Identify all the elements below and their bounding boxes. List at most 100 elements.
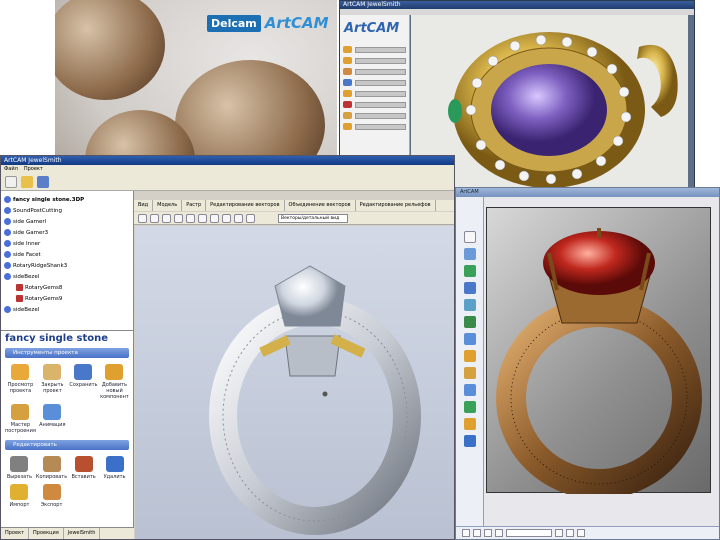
iso-view-icon[interactable]	[210, 213, 219, 223]
tool-button[interactable]	[355, 79, 406, 86]
tool-icon	[74, 364, 93, 380]
node-edit-icon[interactable]	[463, 265, 476, 277]
window-titlebar: ArtCAM JewelSmith	[1, 156, 454, 165]
tool-button[interactable]: Экспорт	[36, 484, 67, 508]
tool-label: Импорт	[9, 502, 30, 508]
tree-item[interactable]: side Gamer3	[4, 227, 130, 238]
status-button[interactable]	[555, 529, 563, 537]
tree-item[interactable]: side Inner	[4, 238, 130, 249]
tree-item[interactable]: RotaryGems9	[4, 293, 130, 304]
sidebar-tab[interactable]: Проекция	[29, 528, 64, 539]
save-icon[interactable]	[37, 175, 49, 188]
view-tab[interactable]: Вид	[134, 200, 154, 211]
zoom-out-icon[interactable]	[162, 213, 171, 223]
rotate-icon[interactable]	[186, 213, 195, 223]
tool-row[interactable]	[343, 123, 406, 130]
tree-item[interactable]: side Facet	[4, 249, 130, 260]
tool-row[interactable]	[343, 101, 406, 108]
shade-tool-icon[interactable]	[463, 435, 476, 447]
tool-icon	[343, 79, 352, 86]
layer-icon	[4, 273, 11, 280]
tree-item[interactable]: side Gamerl	[4, 216, 130, 227]
top-view-icon[interactable]	[234, 213, 243, 223]
tool-button[interactable]: Добавить новый компонент	[100, 364, 129, 400]
view-tab[interactable]: Объединение векторов	[285, 200, 356, 211]
tool-row[interactable]	[343, 90, 406, 97]
tool-button[interactable]: Мастер построения	[5, 404, 36, 434]
project-tree: fancy single stone.3DP SoundPostCutting si…	[1, 191, 133, 331]
3d-viewport[interactable]	[135, 226, 454, 539]
tool-button[interactable]	[355, 68, 406, 75]
tool-button[interactable]: Вставить	[69, 456, 98, 480]
tree-item[interactable]: fancy single stone.3DP	[4, 194, 130, 205]
sidebar-tab[interactable]: Проект	[1, 528, 30, 539]
tool-button[interactable]: Вырезать	[5, 456, 34, 480]
new-file-icon[interactable]	[5, 175, 17, 188]
view-tab[interactable]: Редактирование рельефов	[356, 200, 436, 211]
tree-item[interactable]: SoundPostCutting	[4, 205, 130, 216]
tree-item[interactable]: RotaryGems8	[4, 282, 130, 293]
tool-label: Просмотр проекта	[7, 382, 34, 394]
tool-button[interactable]	[355, 112, 406, 119]
cut-tool-icon[interactable]	[463, 282, 476, 294]
chain-tool-icon[interactable]	[463, 401, 476, 413]
tool-icon	[10, 456, 29, 472]
vector-tool-icon[interactable]	[463, 248, 476, 260]
tree-item[interactable]: sideBezel	[4, 271, 130, 282]
render-viewport[interactable]	[486, 207, 711, 499]
pan-icon[interactable]	[174, 213, 183, 223]
weave-tool-icon[interactable]	[463, 367, 476, 379]
view-mode-dropdown[interactable]: Векторы/детальный вид	[278, 213, 348, 223]
shape-tool-icon[interactable]	[463, 333, 476, 345]
view-tab[interactable]: Редактирование векторов	[206, 200, 285, 211]
section-edit[interactable]: Редактировать	[5, 440, 129, 450]
tool-button[interactable]	[355, 101, 406, 108]
fit-view-icon[interactable]	[198, 213, 207, 223]
front-view-icon[interactable]	[222, 213, 231, 223]
zoom-in-icon[interactable]	[150, 213, 159, 223]
tree-item[interactable]: sideBezel	[4, 304, 130, 315]
zoom-icon[interactable]	[138, 213, 147, 223]
status-button[interactable]	[473, 529, 481, 537]
status-button[interactable]	[566, 529, 574, 537]
shade-icon[interactable]	[246, 213, 255, 223]
view-tab[interactable]: Растр	[182, 200, 207, 211]
select-arrow-icon[interactable]	[463, 231, 476, 243]
gem-tool-icon[interactable]	[463, 384, 476, 396]
tool-button[interactable]: Импорт	[5, 484, 34, 508]
tool-button[interactable]: Закрыть проект	[38, 364, 67, 400]
tool-row[interactable]	[343, 79, 406, 86]
tree-item[interactable]: RotaryRidgeShank3	[4, 260, 130, 271]
tool-button[interactable]: Удалить	[100, 456, 129, 480]
material-select[interactable]	[506, 529, 552, 537]
status-button[interactable]	[495, 529, 503, 537]
tool-button[interactable]	[355, 46, 406, 53]
tool-button[interactable]	[355, 123, 406, 130]
relief-tool-icon[interactable]	[463, 299, 476, 311]
status-button[interactable]	[462, 529, 470, 537]
tool-button[interactable]: Просмотр проекта	[5, 364, 36, 400]
status-button[interactable]	[484, 529, 492, 537]
tool-row[interactable]	[343, 57, 406, 64]
section-project-tools[interactable]: Инструменты проекта	[5, 348, 129, 358]
menu-project[interactable]: Проект	[24, 165, 43, 173]
layer-icon	[4, 218, 11, 225]
tool-button[interactable]: Сохранить	[69, 364, 98, 400]
sculpt-tool-icon[interactable]	[463, 316, 476, 328]
menu-file[interactable]: Файл	[4, 165, 18, 173]
tool-row[interactable]	[343, 112, 406, 119]
tool-button[interactable]	[355, 90, 406, 97]
open-folder-icon[interactable]	[21, 175, 33, 188]
tool-row[interactable]	[343, 68, 406, 75]
tree-item-label: side Gamerl	[13, 218, 47, 225]
view-tab[interactable]: Модель	[153, 200, 183, 211]
tool-button[interactable]: Анимация	[38, 404, 67, 434]
layer-icon	[4, 251, 11, 258]
status-button[interactable]	[577, 529, 585, 537]
tool-button[interactable]	[355, 57, 406, 64]
extrude-tool-icon[interactable]	[463, 350, 476, 362]
shank-tool-icon[interactable]	[463, 418, 476, 430]
tool-button[interactable]: Копировать	[36, 456, 67, 480]
sidebar-tab[interactable]: JewelSmith	[64, 528, 101, 539]
tool-row[interactable]	[343, 46, 406, 53]
